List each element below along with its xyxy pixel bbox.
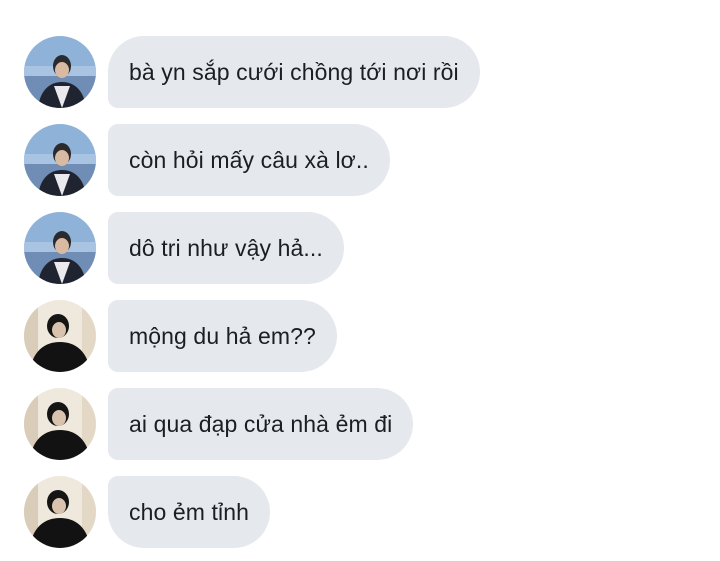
message-row: ai qua đạp cửa nhà ẻm đi — [0, 388, 720, 460]
avatar-photo-blue-sky — [24, 212, 96, 284]
message-bubble[interactable]: bà yn sắp cưới chồng tới nơi rồi — [108, 36, 480, 108]
message-text: ai qua đạp cửa nhà ẻm đi — [129, 410, 393, 437]
message-text: dô tri như vậy hả... — [129, 234, 323, 261]
message-bubble[interactable]: dô tri như vậy hả... — [108, 212, 344, 284]
message-bubble[interactable]: mộng du hả em?? — [108, 300, 337, 372]
message-row: còn hỏi mấy câu xà lơ.. — [0, 124, 720, 196]
message-text: cho ẻm tỉnh — [129, 498, 249, 525]
message-bubble[interactable]: còn hỏi mấy câu xà lơ.. — [108, 124, 390, 196]
sender-avatar[interactable] — [24, 212, 96, 284]
message-bubble[interactable]: cho ẻm tỉnh — [108, 476, 270, 548]
avatar-photo-dark-curtain — [24, 476, 96, 548]
message-text: bà yn sắp cưới chồng tới nơi rồi — [129, 58, 459, 85]
chat-thread: bà yn sắp cưới chồng tới nơi rồi còn hỏi… — [0, 0, 720, 561]
message-text: còn hỏi mấy câu xà lơ.. — [129, 146, 369, 173]
message-row: cho ẻm tỉnh — [0, 476, 720, 548]
message-text: mộng du hả em?? — [129, 322, 316, 349]
sender-avatar[interactable] — [24, 36, 96, 108]
avatar-photo-dark-curtain — [24, 388, 96, 460]
message-bubble[interactable]: ai qua đạp cửa nhà ẻm đi — [108, 388, 414, 460]
avatar-photo-dark-curtain — [24, 300, 96, 372]
message-row: mộng du hả em?? — [0, 300, 720, 372]
message-row: dô tri như vậy hả... — [0, 212, 720, 284]
message-row: bà yn sắp cưới chồng tới nơi rồi — [0, 36, 720, 108]
avatar-photo-blue-sky — [24, 124, 96, 196]
sender-avatar[interactable] — [24, 388, 96, 460]
sender-avatar[interactable] — [24, 476, 96, 548]
sender-avatar[interactable] — [24, 124, 96, 196]
sender-avatar[interactable] — [24, 300, 96, 372]
avatar-photo-blue-sky — [24, 36, 96, 108]
